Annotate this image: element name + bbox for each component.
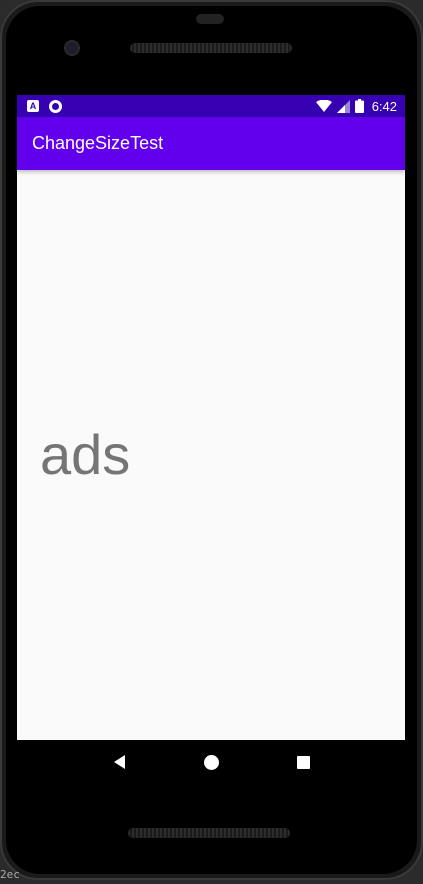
main-text: ads: [40, 423, 131, 486]
recents-icon: [296, 755, 310, 769]
phone-screen: A 6:42 ChangeSizeTest ads: [17, 95, 405, 740]
status-bar: A 6:42: [17, 95, 405, 117]
back-button[interactable]: [104, 747, 134, 777]
navigation-bar: [17, 740, 405, 784]
battery-icon: [354, 99, 364, 113]
corner-label: 2ec: [0, 868, 20, 881]
front-camera: [64, 40, 80, 56]
status-notifications: A: [27, 99, 62, 113]
cell-signal-icon: [336, 99, 350, 113]
back-icon: [113, 755, 125, 769]
recents-button[interactable]: [288, 747, 318, 777]
home-button[interactable]: [196, 747, 226, 777]
app-title: ChangeSizeTest: [32, 133, 164, 153]
top-speaker-grille: [130, 43, 292, 53]
status-time: 6:42: [371, 98, 397, 114]
earpiece: [196, 14, 224, 24]
status-system-icons: 6:42: [315, 98, 397, 114]
home-icon: [203, 754, 219, 770]
app-a-notification-icon: A: [27, 100, 39, 112]
app-bar: ChangeSizeTest: [17, 117, 405, 170]
circle-notification-icon: [49, 99, 62, 113]
wifi-icon: [315, 99, 332, 112]
bottom-speaker-grille: [128, 828, 290, 838]
